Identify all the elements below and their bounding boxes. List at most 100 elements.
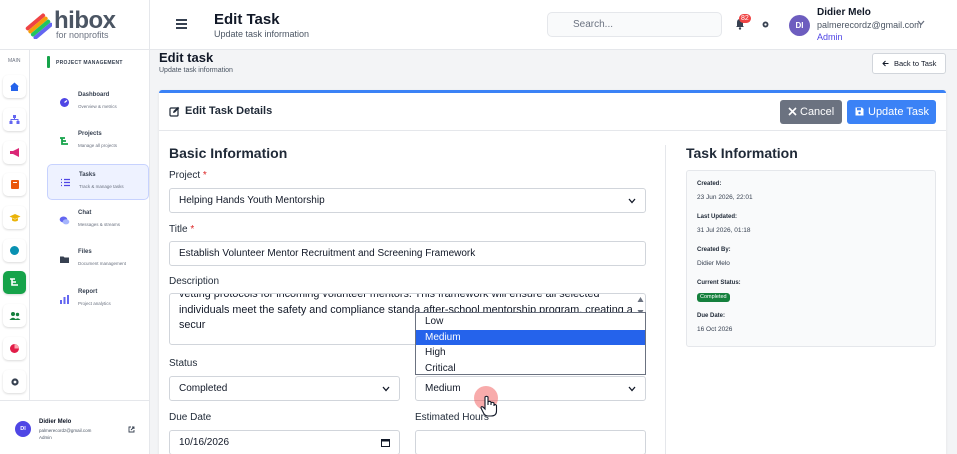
project-label: Project * — [169, 170, 207, 181]
rail-graduation-button[interactable] — [3, 206, 26, 229]
priority-select[interactable]: Medium — [415, 376, 646, 401]
gauge-icon — [60, 98, 69, 107]
user-role: Admin — [817, 32, 843, 42]
page-title: Edit task — [159, 50, 214, 65]
sidebar-item-desc: Document management — [78, 261, 127, 266]
search-input[interactable]: Search... — [547, 12, 722, 37]
sidebar-item-title: Projects — [78, 131, 102, 137]
user-avatar[interactable]: DI — [789, 15, 810, 36]
logo-tagline: for nonprofits — [56, 30, 109, 40]
due-date-input[interactable]: 10/16/2026 — [169, 430, 400, 454]
cancel-label: Cancel — [800, 106, 835, 118]
priority-option-high[interactable]: High — [416, 345, 645, 361]
due-date-label: Due Date — [169, 412, 212, 423]
column-divider — [665, 145, 666, 454]
project-tree-icon — [10, 278, 18, 286]
sidebar-item-desc: Manage all projects — [78, 143, 118, 148]
estimated-hours-label: Estimated Hours — [415, 412, 489, 423]
sitemap-icon — [9, 115, 20, 124]
chevron-down-icon — [628, 198, 636, 204]
header-divider — [149, 0, 150, 50]
sidebar-item-dashboard[interactable]: Dashboard Overview & metrics — [47, 85, 149, 121]
card-title: Edit Task Details — [185, 105, 273, 117]
user-name: Didier Melo — [817, 7, 871, 18]
title-input[interactable]: Establish Volunteer Mentor Recruitment a… — [169, 241, 646, 266]
header-title: Edit Task — [214, 11, 280, 28]
edit-task-page: hibox for nonprofits Edit Task Update ta… — [0, 0, 957, 454]
project-tree-icon — [60, 137, 68, 145]
sidebar-item-tasks[interactable]: Tasks Track & manage tasks — [47, 164, 149, 200]
graduation-cap-icon — [9, 213, 20, 221]
status-select[interactable]: Completed — [169, 376, 400, 401]
close-icon — [788, 107, 797, 116]
status-badge: Completed — [697, 293, 730, 302]
sidebar-item-desc: Track & manage tasks — [79, 184, 124, 189]
project-select[interactable]: Helping Hands Youth Mentorship — [169, 188, 646, 213]
user-email: palmerecordz@gmail.com — [817, 20, 922, 30]
updated-value: 31 Jul 2026, 01:18 — [697, 227, 751, 234]
chart-pie-icon — [10, 344, 19, 353]
sidebar-item-desc: Project analytics — [78, 301, 111, 306]
rail-users-button[interactable] — [3, 304, 26, 327]
app-logo[interactable]: hibox for nonprofits — [24, 7, 124, 40]
sidebar-item-title: Dashboard — [78, 92, 110, 98]
list-icon — [61, 178, 70, 187]
arrow-left-icon — [882, 60, 889, 67]
calendar-icon[interactable] — [381, 438, 390, 447]
megaphone-icon — [9, 148, 19, 157]
section-accent-bar — [47, 56, 50, 68]
hand-pointer-icon — [480, 395, 498, 417]
top-bar: hibox for nonprofits Edit Task Update ta… — [0, 0, 957, 50]
sidebar-item-desc: Overview & metrics — [78, 104, 117, 109]
folder-icon — [60, 256, 69, 263]
external-link-icon[interactable] — [128, 426, 135, 433]
rail-globe-button[interactable] — [3, 239, 26, 262]
title-label: Title * — [169, 224, 195, 235]
sidebar-item-title: Tasks — [79, 172, 96, 178]
globe-icon — [10, 246, 19, 255]
rail-megaphone-button[interactable] — [3, 141, 26, 164]
update-task-button[interactable]: Update Task — [847, 100, 936, 124]
bar-chart-icon — [60, 295, 69, 304]
notification-badge: 82 — [739, 14, 751, 23]
menu-toggle-icon[interactable] — [176, 19, 187, 29]
rail-sitemap-button[interactable] — [3, 108, 26, 131]
due-date-info-value: 16 Oct 2026 — [697, 326, 733, 333]
rail-home-button[interactable] — [3, 75, 26, 98]
estimated-hours-input[interactable] — [415, 430, 646, 454]
gear-icon — [10, 377, 19, 386]
created-by-value: Didier Melo — [697, 260, 730, 267]
sidebar-item-title: Files — [78, 249, 92, 255]
rail-settings-button[interactable] — [3, 370, 26, 393]
cancel-button[interactable]: Cancel — [780, 100, 842, 124]
current-status-label: Current Status: — [697, 280, 741, 286]
basic-info-heading: Basic Information — [169, 145, 288, 161]
settings-gear-icon[interactable] — [761, 20, 770, 29]
priority-option-medium[interactable]: Medium — [416, 329, 645, 345]
book-icon — [10, 180, 19, 189]
edit-icon — [169, 106, 180, 117]
page-subtitle: Update task information — [159, 67, 233, 74]
sidebar-user-email: palmerecordz@gmail.com — [39, 428, 92, 433]
rail-chart-button[interactable] — [3, 337, 26, 360]
back-to-task-button[interactable]: Back to Task — [872, 53, 946, 74]
sidebar-user-avatar[interactable]: DI — [15, 421, 31, 437]
logo-mark-icon — [25, 13, 52, 39]
updated-label: Last Updated: — [697, 214, 738, 220]
created-by-label: Created By: — [697, 247, 731, 253]
sidebar-user-name: Didier Melo — [39, 419, 72, 425]
sidebar-item-report[interactable]: Report Project analytics — [47, 282, 149, 318]
priority-option-low[interactable]: Low — [416, 314, 645, 330]
sidebar-item-chat[interactable]: Chat Messages & streams — [47, 203, 149, 239]
sidebar-item-projects[interactable]: Projects Manage all projects — [47, 124, 149, 160]
rail-projects-button[interactable] — [3, 271, 26, 294]
user-menu-chevron-down-icon[interactable] — [917, 20, 925, 26]
description-label: Description — [169, 276, 220, 287]
sidebar-item-desc: Messages & streams — [78, 222, 121, 227]
rail-book-button[interactable] — [3, 173, 26, 196]
users-icon — [9, 311, 20, 320]
sidebar-item-files[interactable]: Files Document management — [47, 242, 149, 278]
status-label: Status — [169, 358, 198, 369]
priority-option-critical[interactable]: Critical — [416, 361, 645, 377]
sidebar-item-title: Chat — [78, 210, 92, 216]
